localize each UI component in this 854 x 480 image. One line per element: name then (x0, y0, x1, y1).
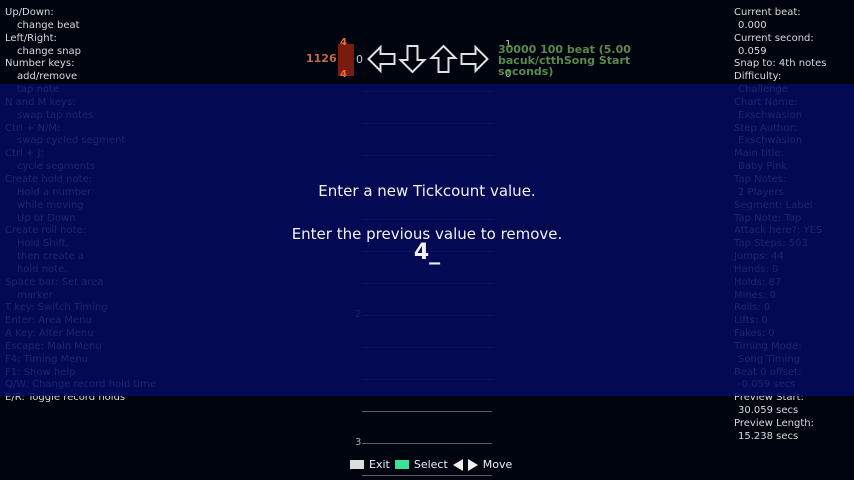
help-line: change snap (17, 45, 82, 57)
info-line: Current beat: (734, 7, 801, 18)
up-arrow-icon (429, 44, 458, 73)
tickcount-value: 1126 (306, 52, 337, 65)
select-button[interactable]: Select (414, 458, 448, 471)
beat-line (362, 443, 492, 444)
help-line: add/remove (17, 71, 78, 83)
beat-line (362, 475, 492, 476)
info-line: 30.059 secs (738, 405, 799, 417)
left-arrow-icon (367, 44, 396, 74)
info-line: Snap to: 4th notes (734, 58, 827, 70)
down-arrow-icon (398, 45, 427, 74)
snap-number-bottom: 4 (340, 69, 347, 80)
beat-zero-label: 0 (356, 53, 363, 66)
help-line: Up/Down: (5, 7, 54, 18)
left-triangle-icon (452, 458, 463, 471)
right-arrow-icon (460, 44, 489, 74)
move-button[interactable]: Move (483, 458, 513, 471)
dialog-title: Enter a new Tickcount value. (318, 182, 536, 200)
info-line: Current second: (734, 32, 814, 44)
beat-line (362, 411, 492, 412)
exit-button[interactable]: Exit (369, 458, 390, 471)
tickcount-input[interactable]: 4_ (0, 240, 854, 265)
receptor-row (366, 44, 492, 74)
exit-key-icon (350, 460, 364, 469)
select-key-icon (394, 460, 409, 469)
footer-controls: Exit Select Move (350, 458, 512, 471)
help-line: change beat (17, 19, 80, 31)
info-line: Difficulty: (734, 71, 782, 83)
segment-label: 30000 100 beat (5.00 bacuk/ctthSong Star… (498, 44, 638, 77)
help-line: Number keys: (5, 58, 75, 70)
beat-number-label: 3 (355, 437, 362, 448)
info-line: Preview Length: (734, 418, 814, 429)
snap-number-top: 4 (340, 37, 347, 48)
segment-line: seconds) (498, 65, 554, 78)
info-line: 0.000 (738, 19, 767, 31)
info-line: 15.238 secs (738, 430, 799, 442)
right-triangle-icon (467, 458, 478, 471)
help-line: Left/Right: (5, 32, 57, 44)
info-line: 0.059 (738, 45, 767, 57)
